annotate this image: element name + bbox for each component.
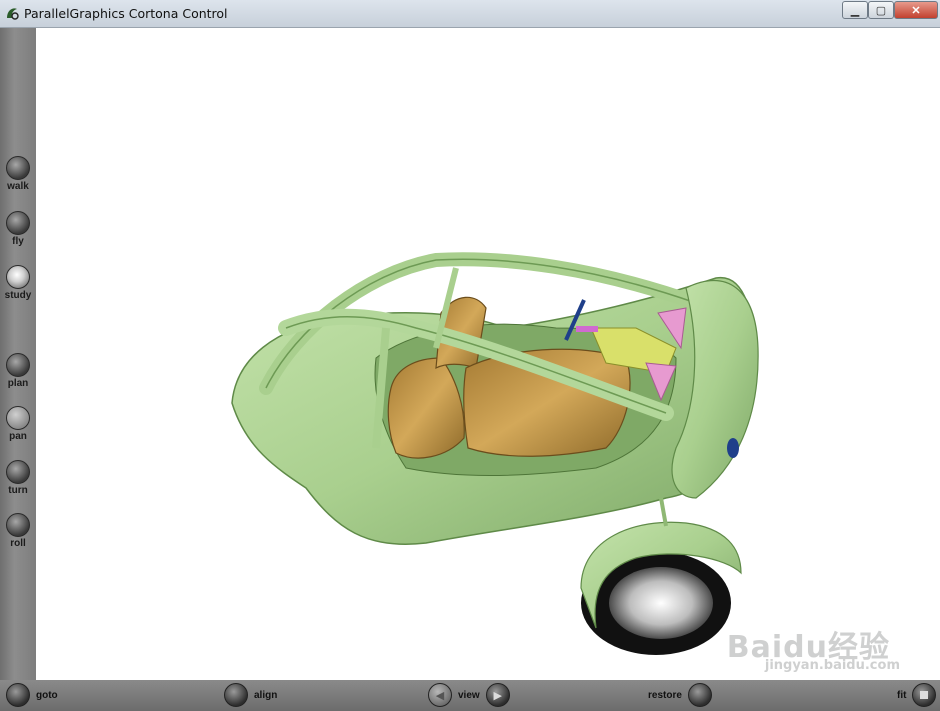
front-strut	[659, 497, 668, 527]
square-icon	[920, 691, 929, 699]
view-previous-button[interactable]: ◀	[428, 683, 452, 707]
chevron-right-icon: ▶	[493, 689, 502, 702]
turn-label: turn	[8, 485, 28, 496]
view-next-button[interactable]: ▶	[485, 683, 510, 707]
fit-label: fit	[897, 689, 907, 701]
restore-label: restore	[648, 689, 682, 701]
roll-icon	[6, 513, 30, 537]
front-wheel-rim	[609, 567, 713, 639]
turn-icon	[6, 460, 30, 484]
car-model-scene[interactable]	[36, 28, 940, 680]
title-bar: ParallelGraphics Cortona Control ▁ ▢ ✕	[0, 0, 940, 28]
fly-button[interactable]: fly	[0, 211, 36, 247]
fit-icon	[912, 683, 937, 707]
study-button[interactable]: study	[0, 265, 36, 301]
watermark-url: jingyan.baidu.com	[764, 658, 900, 673]
plan-icon	[6, 353, 30, 377]
close-button[interactable]: ✕	[894, 1, 938, 19]
bottom-toolbar: goto align ◀ view ▶ restore fit	[0, 680, 940, 711]
pan-label: pan	[9, 431, 27, 442]
close-icon: ✕	[911, 4, 921, 17]
headlight	[727, 438, 739, 458]
watermark: Baidu经验 jingyan.baidu.com	[727, 622, 900, 673]
study-label: study	[4, 290, 32, 301]
plan-button[interactable]: plan	[0, 353, 36, 389]
plan-label: plan	[7, 378, 29, 389]
maximize-icon: ▢	[875, 4, 887, 17]
goto-icon	[6, 683, 30, 707]
window-title: ParallelGraphics Cortona Control	[24, 6, 228, 21]
walk-label: walk	[7, 181, 29, 192]
walk-icon	[6, 156, 30, 180]
view-label: view	[458, 689, 480, 701]
cortona-logo-icon	[7, 8, 19, 20]
roll-label: roll	[10, 538, 26, 549]
restore-icon	[687, 683, 712, 707]
align-button[interactable]: align	[224, 683, 277, 707]
maximize-button[interactable]: ▢	[868, 1, 894, 19]
pan-button[interactable]: pan	[0, 406, 36, 442]
align-label: align	[254, 689, 278, 701]
view-controls: ◀ view ▶	[428, 683, 510, 707]
turn-button[interactable]: turn	[0, 460, 36, 496]
align-icon	[224, 683, 248, 707]
navigation-toolbar: walk fly study plan pan turn roll	[0, 28, 36, 680]
goto-label: goto	[36, 689, 58, 701]
minimize-icon: ▁	[850, 4, 860, 17]
walk-button[interactable]: walk	[0, 156, 36, 192]
chevron-left-icon: ◀	[435, 689, 445, 702]
pan-icon	[6, 406, 30, 430]
study-icon	[6, 265, 30, 289]
fly-label: fly	[12, 236, 24, 247]
minimize-button[interactable]: ▁	[842, 1, 868, 19]
goto-button[interactable]: goto	[6, 683, 58, 707]
steering-hub	[576, 326, 598, 332]
3d-viewport[interactable]: Baidu经验 jingyan.baidu.com	[36, 28, 940, 680]
fit-button[interactable]: fit	[897, 683, 937, 707]
roll-button[interactable]: roll	[0, 513, 36, 549]
fly-icon	[6, 211, 30, 235]
restore-button[interactable]: restore	[648, 683, 712, 707]
